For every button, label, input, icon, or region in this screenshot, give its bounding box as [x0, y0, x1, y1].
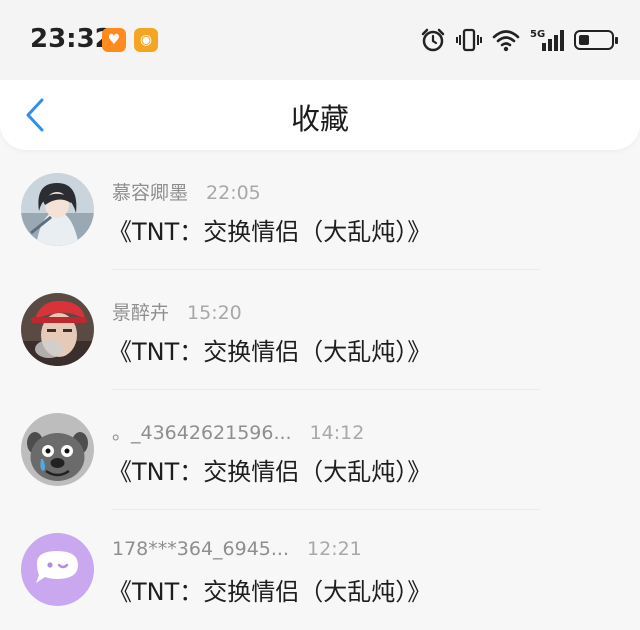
nav-bar: 收藏	[0, 80, 640, 150]
item-message: 《TNT：交换情侣（大乱炖）》	[108, 338, 432, 366]
signal-5g-icon: 5G	[530, 29, 564, 51]
item-meta: 。_43642621596... 14:12	[112, 418, 364, 445]
item-sender-name: 。_43642621596...	[112, 422, 292, 444]
battery-icon	[574, 30, 618, 50]
status-time: 23:32	[30, 24, 113, 54]
network-label: 5G	[530, 29, 545, 40]
item-meta: 景醉卉 15:20	[112, 298, 242, 325]
alarm-icon	[421, 28, 445, 52]
list-item[interactable]: 景醉卉 15:20 《TNT：交换情侣（大乱炖）》	[0, 270, 640, 390]
list-item[interactable]: 178***364_6945... 12:21 《TNT：交换情侣（大乱炖）》	[0, 510, 640, 630]
item-sender-name: 178***364_6945...	[112, 538, 290, 560]
list-item[interactable]: 慕容卿墨 22:05 《TNT：交换情侣（大乱炖）》	[0, 150, 640, 270]
status-bar: 23:32 ♥ ◉ 5G	[0, 0, 640, 80]
weibo-icon: ◉	[134, 28, 158, 52]
gray-dog-avatar	[21, 413, 94, 486]
vibrate-icon	[456, 28, 482, 52]
item-message: 《TNT：交换情侣（大乱炖）》	[108, 218, 432, 246]
anime-girl-avatar	[21, 173, 94, 246]
item-meta: 慕容卿墨 22:05	[112, 178, 261, 205]
list-item[interactable]: 。_43642621596... 14:12 《TNT：交换情侣（大乱炖）》	[0, 390, 640, 510]
item-message: 《TNT：交换情侣（大乱炖）》	[108, 578, 432, 606]
purple-chat-avatar	[21, 533, 94, 606]
taobao-icon: ♥	[102, 28, 126, 52]
wifi-icon	[492, 30, 520, 52]
item-time: 12:21	[307, 538, 362, 560]
favorites-list: 慕容卿墨 22:05 《TNT：交换情侣（大乱炖）》 景醉卉 15:20 《TNT：…	[0, 150, 640, 630]
item-time: 15:20	[187, 302, 242, 324]
page-title: 收藏	[290, 102, 349, 136]
person-red-cap-avatar	[21, 293, 94, 366]
item-sender-name: 景醉卉	[112, 302, 170, 324]
item-sender-name: 慕容卿墨	[112, 182, 189, 204]
item-time: 22:05	[206, 182, 261, 204]
item-time: 14:12	[309, 422, 365, 444]
item-meta: 178***364_6945... 12:21	[112, 538, 362, 560]
item-message: 《TNT：交换情侣（大乱炖）》	[108, 458, 432, 486]
status-icons: 5G	[420, 24, 618, 56]
